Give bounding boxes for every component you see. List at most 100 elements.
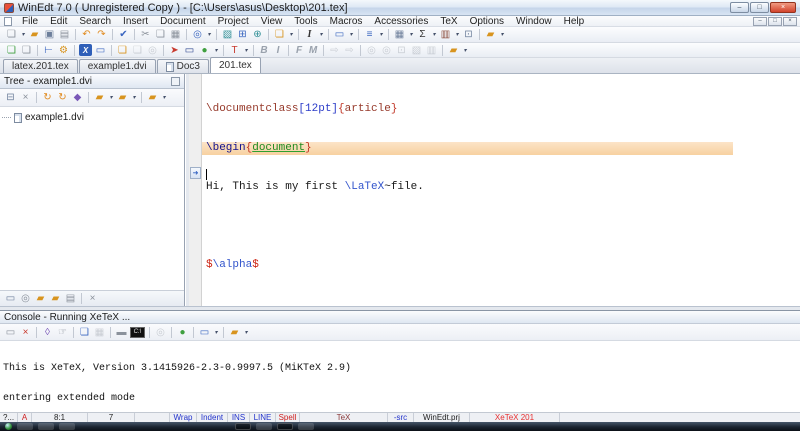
tab-201-tex[interactable]: 201.tex xyxy=(210,57,261,73)
status-insert-toggle[interactable]: INS xyxy=(228,413,250,422)
matrix-icon[interactable]: ▦ xyxy=(392,28,407,41)
font-style-icon[interactable]: I xyxy=(302,28,317,41)
copy-console-icon[interactable]: ❏ xyxy=(77,326,92,339)
insert-table-icon[interactable]: ⊞ xyxy=(235,28,250,41)
taskbar-item[interactable] xyxy=(59,423,75,430)
tex-registry-icon[interactable]: ⊡ xyxy=(394,44,409,57)
menu-document[interactable]: Document xyxy=(154,16,212,27)
bibtex-button[interactable]: B xyxy=(257,44,271,57)
insert-image-icon[interactable]: ▧ xyxy=(220,28,235,41)
open-folder-icon[interactable]: ▰ xyxy=(92,91,107,104)
chevron-down-icon[interactable]: ▾ xyxy=(19,28,27,41)
menu-accessories[interactable]: Accessories xyxy=(368,16,434,27)
pdf-preview-icon[interactable]: ▭ xyxy=(182,44,197,57)
chevron-down-icon[interactable]: ▾ xyxy=(317,28,325,41)
project-folder-icon[interactable]: ▰ xyxy=(33,292,48,305)
detach-panel-icon[interactable]: ▤ xyxy=(63,292,78,305)
menu-help[interactable]: Help xyxy=(558,16,591,27)
print-icon[interactable]: ▤ xyxy=(57,28,72,41)
macros-folder-icon[interactable]: ▰ xyxy=(483,28,498,41)
inspect-icon[interactable]: ◎ xyxy=(18,292,33,305)
chevron-down-icon[interactable]: ▾ xyxy=(160,91,168,104)
folder-options-icon[interactable]: ▰ xyxy=(145,91,160,104)
paste-console-icon[interactable]: ▦ xyxy=(92,326,107,339)
chevron-down-icon[interactable]: ▾ xyxy=(212,44,220,57)
tab-doc3[interactable]: Doc3 xyxy=(156,59,209,73)
run-latex-icon[interactable]: ➤ xyxy=(167,44,182,57)
tab-example1-dvi[interactable]: example1.dvi xyxy=(78,59,156,73)
chevron-down-icon[interactable]: ▾ xyxy=(242,44,250,57)
menu-tools[interactable]: Tools xyxy=(288,16,323,27)
menu-view[interactable]: View xyxy=(255,16,289,27)
taskbar-item[interactable] xyxy=(298,423,314,430)
collapse-tree-icon[interactable]: ⊟ xyxy=(3,91,18,104)
frame-icon[interactable]: ⊡ xyxy=(461,28,476,41)
makeindex-button[interactable]: I xyxy=(271,44,285,57)
taskbar-item[interactable] xyxy=(256,423,272,430)
delete-icon[interactable]: × xyxy=(18,91,33,104)
taskbar-item[interactable] xyxy=(235,423,251,430)
ps-to-pdf-icon[interactable]: ⇨ xyxy=(342,44,357,57)
menu-macros[interactable]: Macros xyxy=(324,16,369,27)
command-prompt-icon[interactable]: C:\ xyxy=(130,326,145,338)
status-wrap-toggle[interactable]: Wrap xyxy=(170,413,197,422)
chevron-down-icon[interactable]: ▾ xyxy=(498,28,506,41)
cut-icon[interactable]: ✂ xyxy=(138,28,153,41)
math-sum-icon[interactable]: Σ xyxy=(415,28,430,41)
chevron-down-icon[interactable]: ▾ xyxy=(107,91,115,104)
menu-project[interactable]: Project xyxy=(212,16,255,27)
maximize-button[interactable]: □ xyxy=(750,2,769,13)
menu-tex[interactable]: TeX xyxy=(434,16,463,27)
bibliography-icon[interactable]: ▥ xyxy=(438,28,453,41)
status-line-toggle[interactable]: LINE xyxy=(250,413,276,422)
minimize-button[interactable]: – xyxy=(730,2,749,13)
chevron-down-icon[interactable]: ▾ xyxy=(205,28,213,41)
chevron-down-icon[interactable]: ▾ xyxy=(461,44,469,57)
build-tree-icon[interactable]: ↻ xyxy=(40,91,55,104)
tree-panel-close-button[interactable] xyxy=(171,76,180,86)
panel-window-icon[interactable]: ▭ xyxy=(3,292,18,305)
pointer-icon[interactable]: ☞ xyxy=(55,326,70,339)
hyperlink-icon[interactable]: ⊕ xyxy=(250,28,265,41)
spellcheck-icon[interactable]: ✔ xyxy=(116,28,131,41)
chevron-down-icon[interactable]: ▾ xyxy=(287,28,295,41)
duplicate-document-icon[interactable]: ❏ xyxy=(19,44,34,57)
insert-page-icon[interactable]: ❏ xyxy=(272,28,287,41)
code-area[interactable]: \documentclass[12pt]{article} \begin{doc… xyxy=(202,74,800,350)
console-folder-icon[interactable]: ▰ xyxy=(227,326,242,339)
find-symbol-icon[interactable]: ◎ xyxy=(379,44,394,57)
find-icon[interactable]: ◎ xyxy=(190,28,205,41)
format-button[interactable]: F xyxy=(292,44,306,57)
menu-insert[interactable]: Insert xyxy=(117,16,154,27)
search-output-icon[interactable]: ◎ xyxy=(145,44,160,57)
chevron-down-icon[interactable]: ▾ xyxy=(212,326,220,339)
gather-icon[interactable]: ❏ xyxy=(115,44,130,57)
chevron-down-icon[interactable]: ▾ xyxy=(347,28,355,41)
text-color-icon[interactable]: T xyxy=(227,44,242,57)
help-folder-icon[interactable]: ▰ xyxy=(446,44,461,57)
undo-icon[interactable]: ↶ xyxy=(79,28,94,41)
new-document-icon[interactable]: ❏ xyxy=(4,28,19,41)
file-folder-icon[interactable]: ▰ xyxy=(48,292,63,305)
save-icon[interactable]: ▣ xyxy=(42,28,57,41)
chevron-down-icon[interactable]: ▾ xyxy=(407,28,415,41)
mdi-minimize-button[interactable]: – xyxy=(753,16,767,26)
insert-document-icon[interactable]: ❏ xyxy=(4,44,19,57)
rebuild-tree-icon[interactable]: ↻ xyxy=(55,91,70,104)
tab-latex-201-tex[interactable]: latex.201.tex xyxy=(3,59,78,73)
paste-icon[interactable]: ▦ xyxy=(168,28,183,41)
status-indent-toggle[interactable]: Indent xyxy=(197,413,228,422)
new-folder-icon[interactable]: ▰ xyxy=(115,91,130,104)
chevron-down-icon[interactable]: ▾ xyxy=(377,28,385,41)
tree-item-example1-dvi[interactable]: example1.dvi xyxy=(2,112,182,123)
clear-console-icon[interactable]: ◊ xyxy=(40,326,55,339)
redo-icon[interactable]: ↷ xyxy=(94,28,109,41)
document-icon[interactable] xyxy=(4,16,12,26)
status-spell-toggle[interactable]: Spell xyxy=(276,413,300,422)
menu-search[interactable]: Search xyxy=(73,16,117,27)
menu-edit[interactable]: Edit xyxy=(44,16,73,27)
button-bar-icon[interactable]: ▬ xyxy=(114,326,129,339)
menu-options[interactable]: Options xyxy=(464,16,510,27)
metapost-button[interactable]: M xyxy=(306,44,320,57)
taskbar-item[interactable] xyxy=(17,423,33,430)
